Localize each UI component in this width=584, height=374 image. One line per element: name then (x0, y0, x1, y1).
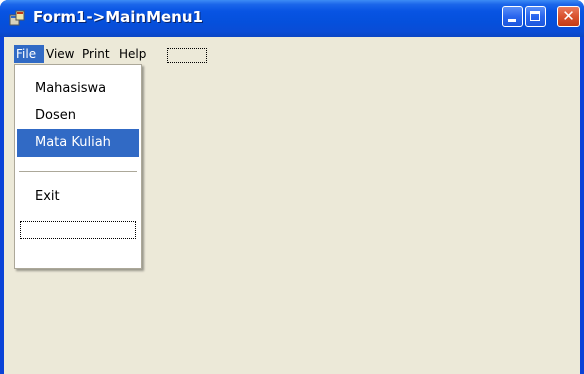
menu-separator (19, 171, 137, 172)
minimize-icon (508, 19, 516, 22)
minimize-button[interactable] (502, 6, 523, 27)
menu-file[interactable]: File (14, 45, 44, 63)
menu-help[interactable]: Help (117, 45, 149, 63)
menu-print[interactable]: Print (80, 45, 115, 63)
close-icon: ✕ (562, 7, 575, 25)
menu-view[interactable]: View (44, 45, 78, 63)
menu-item-mahasiswa[interactable]: Mahasiswa (17, 75, 139, 103)
menu-item-mata-kuliah[interactable]: Mata Kuliah (17, 129, 139, 157)
form-app-icon[interactable] (9, 10, 25, 26)
menu-new-item-placeholder[interactable] (167, 48, 207, 63)
close-button[interactable]: ✕ (557, 6, 580, 27)
app-window: Form1->MainMenu1 ✕ File View Print Help … (0, 0, 584, 374)
window-title: Form1->MainMenu1 (33, 8, 203, 26)
maximize-button[interactable] (525, 6, 546, 27)
menu-new-item-placeholder-dropdown[interactable] (20, 221, 136, 239)
title-bar[interactable]: Form1->MainMenu1 ✕ (0, 0, 584, 37)
form-client-area: File View Print Help Mahasiswa Dosen Mat… (4, 37, 580, 374)
file-menu-dropdown: Mahasiswa Dosen Mata Kuliah Exit (14, 64, 142, 269)
menu-item-dosen[interactable]: Dosen (17, 102, 139, 130)
menu-item-exit[interactable]: Exit (17, 183, 139, 211)
maximize-icon (530, 11, 540, 21)
